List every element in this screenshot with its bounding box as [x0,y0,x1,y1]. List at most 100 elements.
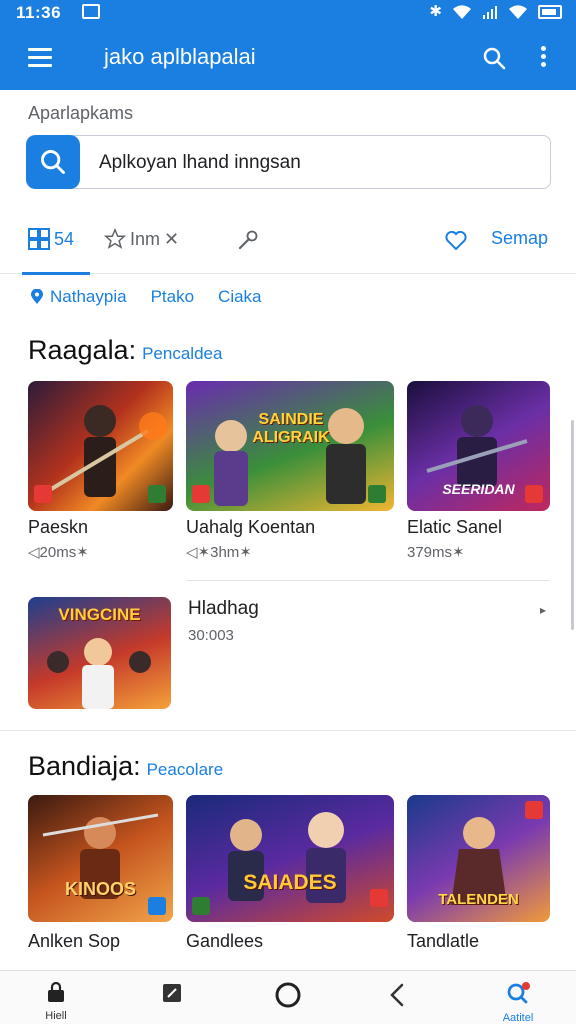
game-title: Gandlees [186,931,264,951]
game-title: Elatic Sanel [407,517,503,537]
game-meta: ◁20ms✶ [28,544,89,561]
scrollbar[interactable] [571,420,574,630]
game-title: Paeskn [28,517,89,537]
chevron-right-icon[interactable]: ▸ [540,603,546,617]
tab-bar: 54 Inm ✕ Semap [0,218,576,275]
back-icon [390,983,404,1007]
section-heading: Bandiaja: Peacolare [28,751,223,782]
tab-semap[interactable]: Semap [491,228,548,249]
tab-label: Inm [130,228,161,249]
tab-starred[interactable]: Inm ✕ [104,228,179,250]
tag-icon [163,984,181,1002]
game-thumbnail: SAIADES [186,795,394,922]
heart-icon [445,230,467,251]
app-header: 11:36 ✱ jako aplblapalai [0,0,576,90]
app-bar: jako aplblapalai [0,30,576,86]
wrench-icon [238,230,258,250]
status-time: 11:36 [16,3,62,22]
game-logo-text: VINGCINE [58,605,141,624]
bluetooth-icon: ✱ [429,3,442,20]
badge-icon [192,897,210,915]
game-thumbnail: KINOOS [28,795,173,922]
nav-item-search[interactable]: Aatitel [488,981,548,1024]
mail-icon [82,4,100,19]
search-input-value: Aplkoyan lhand inngsan [99,152,301,173]
wifi-icon-2 [509,5,527,19]
nav-item-tag[interactable] [142,981,202,1010]
home-circle-icon [275,982,301,1008]
badge-icon [192,485,210,503]
game-card[interactable]: Paeskn ◁20ms✶ [28,381,173,571]
section-heading: Raagala: Pencaldea [28,335,222,366]
status-icons: ✱ [429,3,562,21]
game-thumbnail: SEERIDAN [407,381,550,511]
game-card[interactable]: KINOOS Anlken Sop [28,795,173,970]
divider [186,580,550,581]
badge-icon [34,485,52,503]
game-title: Uahalg Koentan [186,517,316,537]
nav-label: Hiell [45,1010,67,1022]
nav-label: Aatitel [502,1012,534,1024]
search-label: Aparlapkams [28,103,134,123]
game-thumbnail: TALENDEN [407,795,550,922]
star-icon [104,228,126,249]
chip-nathaypia[interactable]: Nathaypia [30,287,127,307]
game-logo-text: TALENDEN [438,891,519,908]
menu-icon[interactable] [28,48,52,67]
badge-icon [368,485,386,503]
game-title: Anlken Sop [28,931,121,951]
search-button[interactable] [26,135,80,189]
lock-icon [48,981,64,1002]
chip-ciaka[interactable]: Ciaka [218,287,261,307]
search-input[interactable]: Aplkoyan lhand inngsan [26,135,551,189]
tab-indicator [22,272,90,275]
chip-ptako[interactable]: Ptako [151,287,194,307]
tab-grid[interactable]: 54 [28,228,74,250]
game-thumbnail [28,381,173,511]
grid-icon [28,228,50,250]
badge-icon [370,889,388,907]
tab-tools[interactable] [236,228,264,252]
section-title: Raagala: [28,335,137,365]
game-card[interactable]: TALENDEN Tandlatle [407,795,550,970]
game-card[interactable]: SEERIDAN Elatic Sanel 379ms✶ [407,381,550,571]
list-item-meta: 30:003 [188,627,234,644]
search-icon [41,150,65,174]
signal-icon [483,6,497,19]
divider [0,730,576,731]
game-logo-text: SAINDIE ALIGRAIK [252,411,330,446]
search-icon[interactable] [482,46,506,70]
app-title: jako aplblapalai [104,44,256,69]
game-card[interactable]: SAINDIE ALIGRAIK Uahalg Koentan ◁✶3hm✶ [186,381,394,571]
nav-item-back[interactable] [368,981,428,1014]
game-meta: 379ms✶ [407,544,465,561]
bottom-navigation: Hiell Aatitel [0,970,576,1024]
list-item-title: Hladhag [188,598,259,619]
more-vert-icon[interactable] [538,46,548,70]
chip-label: Nathaypia [50,287,127,306]
tab-saved[interactable] [444,228,468,252]
tab-label: Semap [491,228,549,248]
wifi-icon [453,5,471,19]
game-logo-text: SAIADES [243,871,337,894]
badge-icon [525,801,543,819]
badge-icon [148,897,166,915]
heroes-art [228,812,346,903]
tools-icon: ✕ [164,228,180,249]
section-title: Bandiaja: [28,751,141,781]
filter-chips: Nathaypia Ptako Ciaka [30,287,262,307]
game-thumbnail: VINGCINE [28,597,171,709]
nav-item-home[interactable]: Hiell [26,981,86,1022]
game-title: Tandlatle [407,931,480,951]
nav-item-circle[interactable] [258,981,318,1014]
game-card[interactable]: SAIADES Gandlees [186,795,394,970]
location-icon [31,289,43,304]
section-subtitle-link[interactable]: Peacolare [147,760,224,779]
tab-label: 54 [54,228,75,249]
battery-icon [538,5,562,19]
status-bar: 11:36 ✱ [0,0,576,26]
badge-icon [148,485,166,503]
section-subtitle-link[interactable]: Pencaldea [142,344,222,363]
search-icon [507,982,530,1004]
game-thumbnail: SAINDIE ALIGRAIK [186,381,394,511]
